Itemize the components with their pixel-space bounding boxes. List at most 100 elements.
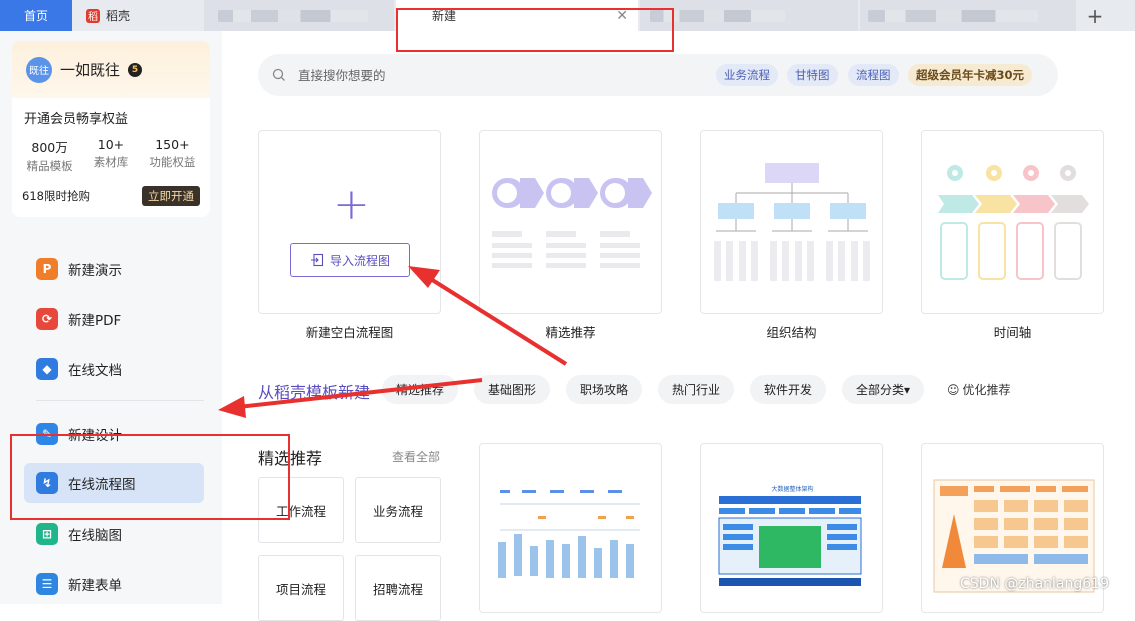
sidebar-item-label: 在线文档 [68,363,122,379]
form-icon: ☰ [36,573,58,595]
sidebar-item-online-doc[interactable]: ◆ 在线文档 [24,349,204,389]
stat-label: 精品模板 [26,159,73,173]
sidebar-item-online-mindmap[interactable]: ⊞ 在线脑图 [24,514,204,554]
tab-bar: 首页 稻 稻壳 新建 ✕ + [0,0,1135,31]
stat-value: 10+ [97,137,125,152]
presentation-icon: P [36,258,58,280]
org-chart-card[interactable] [700,130,883,314]
stat-materials: 10+ 素材库 [94,137,129,174]
blank-flowchart-card[interactable]: + 导入流程图 [258,130,441,314]
flowchart-icon: ↯ [36,472,58,494]
sidebar-item-new-form[interactable]: ☰ 新建表单 [24,564,204,604]
mini-card-project-flow[interactable]: 项目流程 [258,555,344,621]
search-input[interactable] [298,67,698,83]
category-all[interactable]: 全部分类▾ [842,375,925,404]
sidebar: 既往 一如既往 5 开通会员畅享权益 800万精品模板 10+ 素材库 150+ 功… [0,31,222,604]
search-chip-gantt[interactable]: 甘特图 [787,64,838,86]
annotation-arrowhead-sidebar [218,396,246,418]
sidebar-item-label: 新建表单 [68,578,122,594]
sidebar-item-label: 在线脑图 [68,528,122,544]
member-header: 既往 一如既往 5 [12,41,210,98]
sidebar-item-label: 新建PDF [68,313,122,329]
promo-text: 618限时抢购 [22,189,90,203]
category-workplace[interactable]: 职场攻略 [566,375,643,404]
member-stats: 800万精品模板 10+ 素材库 150+ 功能权益 [12,127,210,174]
blank-flowchart-label: 新建空白流程图 [305,325,394,340]
flowchart-thumbnail [498,490,640,578]
selected-card[interactable] [479,130,662,314]
category-software-dev[interactable]: 软件开发 [750,375,827,404]
stat-features: 150+ 功能权益 [149,137,195,174]
org-chart-illustration [714,163,870,281]
tab-new-label: 新建 [432,9,457,23]
blurred-tab-title [868,9,1038,22]
sidebar-item-online-flowchart[interactable]: ↯ 在线流程图 [24,463,204,503]
architecture-thumbnail [718,496,862,586]
template-section-title: 从稻壳模板新建 [258,383,371,402]
blurred-tab-title [218,9,368,22]
promo-chip[interactable]: 超级会员年卡减30元 [908,64,1033,86]
vip-badge-icon: 5 [128,62,143,77]
optimize-recommend-link[interactable]: ☺ 优化推荐 [947,381,1011,398]
sidebar-item-label: 新建设计 [68,428,122,444]
featured-title: 精选推荐 [258,449,323,468]
watermark: CSDN @zhanlang619 [960,576,1109,592]
plus-icon: + [333,179,370,230]
stat-templates: 800万精品模板 [27,137,73,174]
template-thumbnail-2[interactable]: 大数据整体架构 [700,443,883,613]
mini-card-business-flow[interactable]: 业务流程 [355,477,441,543]
smile-icon: ☺ [947,382,960,397]
tab-blurred-1[interactable] [204,0,394,31]
category-featured[interactable]: 精选推荐 [382,375,459,404]
stat-value: 150+ [155,137,190,152]
selected-card-label: 精选推荐 [545,325,596,340]
search-chip-flowchart[interactable]: 流程图 [848,64,899,86]
sidebar-item-label: 在线流程图 [68,477,136,493]
sidebar-item-new-pdf[interactable]: ⟳ 新建PDF [24,299,204,339]
category-basic-shapes[interactable]: 基础图形 [474,375,551,404]
search-icon [272,68,285,81]
stat-label: 功能权益 [149,155,196,169]
member-card[interactable]: 既往 一如既往 5 开通会员畅享权益 800万精品模板 10+ 素材库 150+ 功… [12,41,210,217]
docer-logo-icon: 稻 [86,8,100,23]
tab-new[interactable]: 新建 ✕ [396,0,638,31]
sidebar-item-new-design[interactable]: ✎ 新建设计 [24,414,204,454]
category-hot-industry[interactable]: 热门行业 [658,375,735,404]
new-tab-plus-icon[interactable]: + [1078,0,1112,31]
timeline-label: 时间轴 [993,325,1032,340]
close-icon[interactable]: ✕ [616,8,628,24]
member-benefits-title: 开通会员畅享权益 [24,112,129,127]
org-chart-label: 组织结构 [766,325,817,340]
mindmap-icon: ⊞ [36,523,58,545]
optimize-recommend-label: 优化推荐 [962,383,1011,397]
stat-label: 素材库 [93,155,129,169]
tab-blurred-2[interactable] [640,0,858,31]
tab-blurred-3[interactable] [860,0,1076,31]
tab-docer[interactable]: 稻 稻壳 [72,0,202,31]
timeline-illustration [938,165,1089,280]
import-icon [310,253,324,267]
template-thumbnail-1[interactable] [479,443,662,613]
view-all-link[interactable]: 查看全部 [392,448,440,465]
mini-card-work-flow[interactable]: 工作流程 [258,477,344,543]
avatar[interactable]: 既往 [26,56,52,83]
open-membership-button[interactable]: 立即开通 [142,186,200,206]
design-icon: ✎ [36,423,58,445]
blurred-tab-title [650,9,785,22]
tab-docer-label: 稻壳 [106,9,131,23]
member-footer: 618限时抢购 立即开通 [12,174,210,206]
tab-home-label: 首页 [23,9,48,23]
search-chip-business-flow[interactable]: 业务流程 [716,64,778,86]
stat-value: 800万 [31,140,68,155]
member-name: 一如既往 [60,61,121,79]
sidebar-item-label: 新建演示 [68,263,122,279]
sidebar-item-new-presentation[interactable]: P 新建演示 [24,249,204,289]
cloud-doc-icon: ◆ [36,358,58,380]
import-flowchart-button[interactable]: 导入流程图 [290,243,410,277]
sidebar-divider [36,400,204,401]
timeline-card[interactable] [921,130,1104,314]
import-flowchart-label: 导入流程图 [329,253,390,268]
arrow-process-illustration [492,178,652,268]
tab-home[interactable]: 首页 [0,0,72,31]
mini-card-recruit-flow[interactable]: 招聘流程 [355,555,441,621]
